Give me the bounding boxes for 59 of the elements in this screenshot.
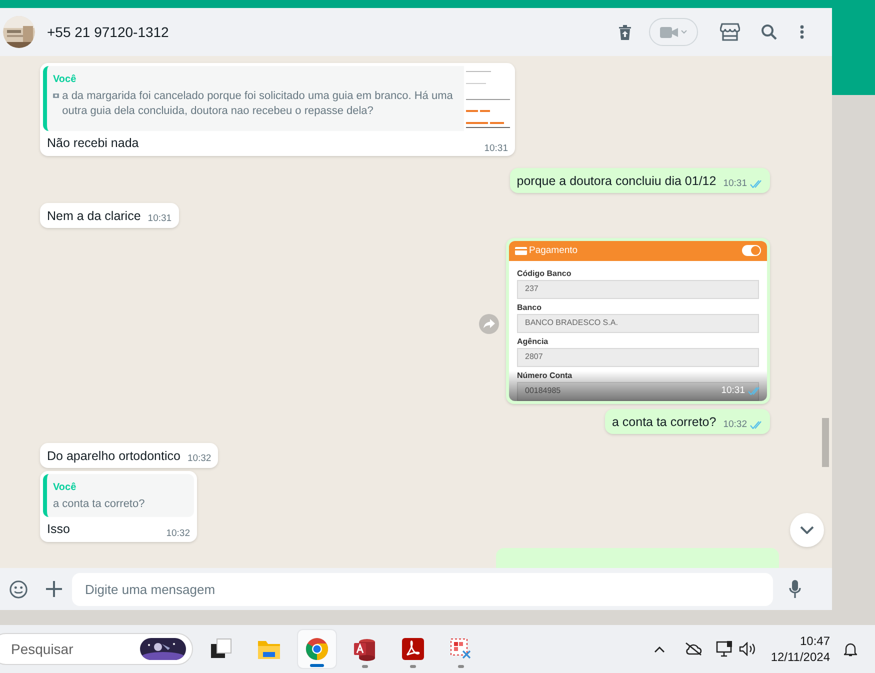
message-text: Isso [47, 520, 70, 538]
scroll-down-button[interactable] [790, 513, 824, 547]
message-input[interactable]: Digite uma mensagem [72, 572, 773, 606]
quote-text: a conta ta correto? [53, 496, 145, 512]
message-text: Do aparelho ortodontico [47, 448, 180, 464]
message-time: 10:32 [187, 452, 212, 466]
plus-icon[interactable] [46, 581, 62, 597]
clock-date[interactable]: 12/11/2024 [770, 649, 830, 665]
quoted-message[interactable]: Você a conta ta correto? [43, 474, 194, 517]
message-text: Não recebi nada [47, 135, 139, 152]
network-icon[interactable] [716, 641, 733, 657]
taskbar-search-box[interactable]: Pesquisar [0, 633, 193, 665]
field-label: Número Conta [517, 370, 574, 382]
field-value: 237 [525, 283, 538, 296]
quote-text: a da margarida foi cancelado porque foi solicitado uma guia em branco. Há uma outra guia dela concluida, doutora nao recebeu o repasse dela? [62, 89, 454, 119]
caret-icon [681, 30, 687, 34]
browser-icon [305, 637, 329, 661]
window-icon [209, 637, 233, 661]
store-icon[interactable] [720, 23, 740, 41]
message-time: 10:31 [148, 212, 172, 226]
menu-icon[interactable] [800, 25, 804, 39]
message-time: 10:31 [484, 142, 508, 156]
chevron-up-icon[interactable] [654, 646, 665, 652]
speaker-icon[interactable] [738, 642, 757, 656]
search-placeholder: Pesquisar [11, 640, 74, 659]
scrollbar[interactable] [822, 418, 829, 467]
message-time: 10:32 [723, 418, 747, 432]
form-title: Pagamento [529, 244, 578, 258]
field-value: 2807 [525, 351, 543, 364]
field-label: Agência [517, 336, 550, 348]
clock-time[interactable]: 10:47 [800, 633, 830, 649]
field-value: BANCO BRADESCO S.A. [525, 317, 618, 330]
toggle-switch[interactable] [742, 245, 761, 256]
screenshot-image[interactable]: Pagamento Código Banco 237 Banco BANCO BRADESCO S.A. Agência 2807 Número Conta 00184985 10:31 [509, 240, 767, 401]
scissors-frame-icon [449, 637, 473, 661]
bell-icon[interactable] [844, 642, 857, 656]
message-time: 10:31 [721, 384, 745, 398]
message-time: 10:31 [723, 176, 747, 190]
message-text: a conta ta correto? [612, 414, 716, 430]
message-text: porque a doutora concluiu dia 01/12 [516, 172, 716, 189]
field-value: 00184985 [525, 385, 561, 398]
delete-icon[interactable] [618, 24, 632, 40]
message-time: 10:32 [166, 527, 190, 542]
emoji-icon[interactable] [9, 580, 28, 598]
message-text: Nem a da clarice [47, 208, 141, 224]
field-label: Banco [517, 302, 542, 314]
document-icon [401, 637, 425, 661]
cloud-off-icon[interactable] [684, 642, 702, 656]
video-icon [660, 26, 678, 38]
search-icon[interactable] [761, 24, 777, 40]
quote-author: Você [53, 480, 78, 495]
chevron-down-icon [800, 526, 814, 534]
field-label: Código Banco [517, 268, 572, 280]
quote-author: Você [53, 73, 78, 87]
database-icon [353, 637, 377, 661]
microphone-icon[interactable] [789, 580, 801, 598]
card-icon [515, 246, 527, 255]
quoted-message[interactable]: Você a da margarida foi cancelado porque foi solicitado uma guia em branco. Há uma outra guia dela concluida, doutora nao recebeu o repasse dela? [43, 66, 512, 131]
contact-name: +55 21 97120-1312 [47, 22, 169, 42]
